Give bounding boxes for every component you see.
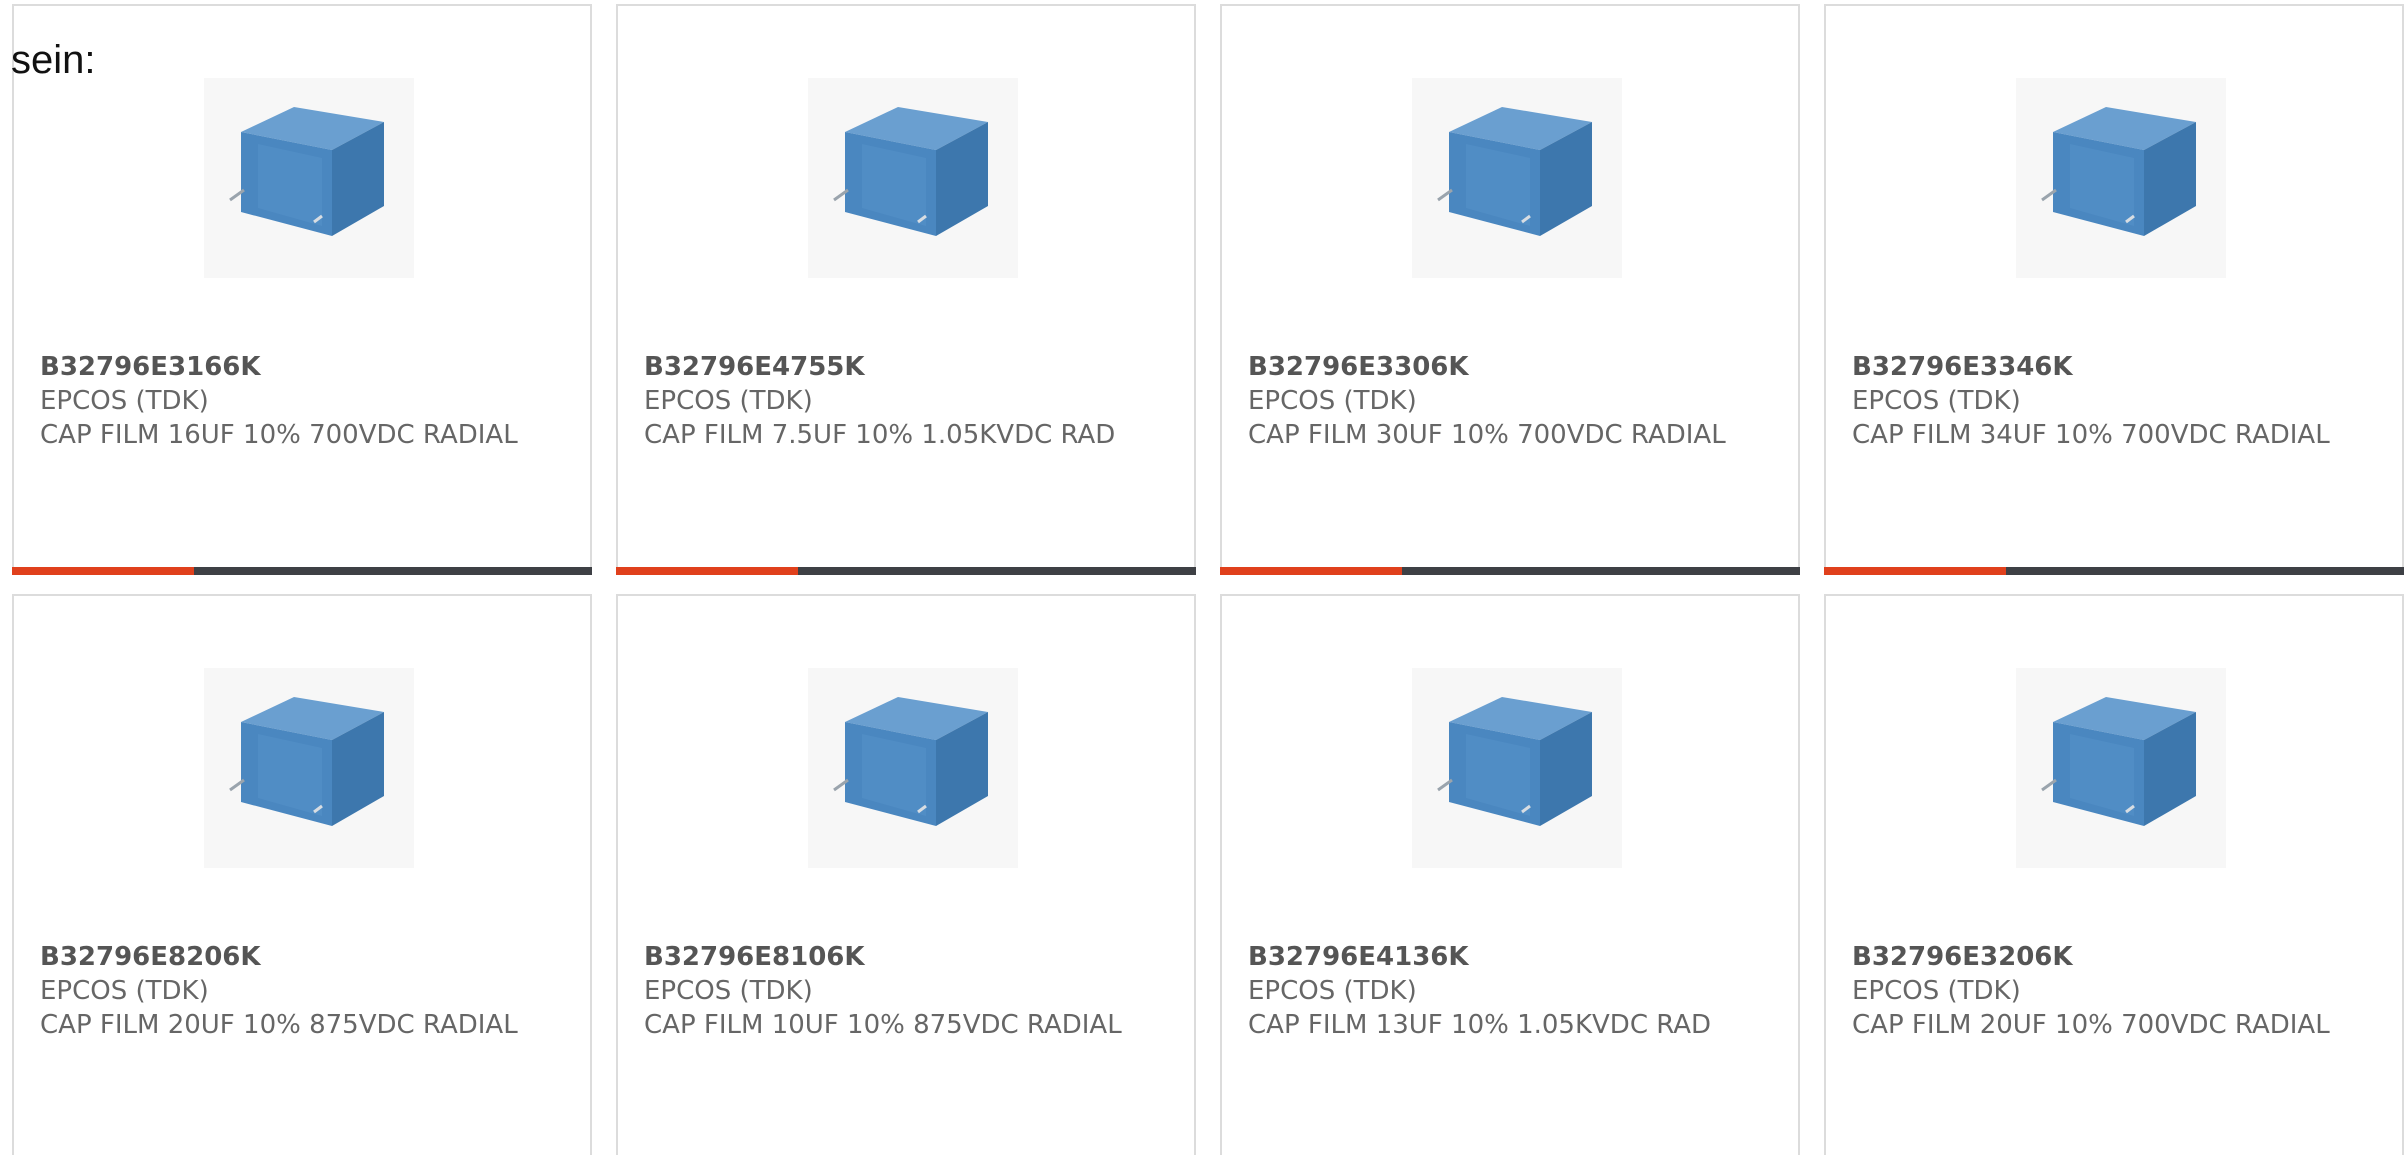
part-number-link[interactable]: B32796E4136K bbox=[1248, 940, 1778, 974]
product-description: CAP FILM 16UF 10% 700VDC RADIAL bbox=[40, 420, 518, 450]
part-number-link[interactable]: B32796E3346K bbox=[1852, 350, 2382, 384]
product-image[interactable] bbox=[2016, 78, 2226, 278]
card-status-bar-fill bbox=[1220, 567, 1402, 575]
part-number-link[interactable]: B32796E8106K bbox=[644, 940, 1174, 974]
product-info: B32796E3306K EPCOS (TDK) CAP FILM 30UF 1… bbox=[1248, 350, 1778, 452]
product-info: B32796E4755K EPCOS (TDK) CAP FILM 7.5UF … bbox=[644, 350, 1174, 452]
film-capacitor-icon bbox=[2041, 107, 2196, 236]
product-card[interactable]: B32796E3166K EPCOS (TDK) CAP FILM 16UF 1… bbox=[12, 4, 592, 575]
card-status-bar bbox=[12, 567, 592, 575]
film-capacitor-icon bbox=[1437, 697, 1592, 826]
film-capacitor-icon bbox=[2041, 697, 2196, 826]
product-description: CAP FILM 10UF 10% 875VDC RADIAL bbox=[644, 1010, 1122, 1040]
manufacturer-label: EPCOS (TDK) bbox=[1248, 976, 1417, 1006]
part-number-link[interactable]: B32796E3166K bbox=[40, 350, 570, 384]
film-capacitor-icon bbox=[833, 697, 988, 826]
product-grid: B32796E3166K EPCOS (TDK) CAP FILM 16UF 1… bbox=[12, 4, 2405, 1155]
product-card[interactable]: B32796E3306K EPCOS (TDK) CAP FILM 30UF 1… bbox=[1220, 4, 1800, 575]
product-card[interactable]: B32796E3206K EPCOS (TDK) CAP FILM 20UF 1… bbox=[1824, 594, 2404, 1155]
product-info: B32796E3166K EPCOS (TDK) CAP FILM 16UF 1… bbox=[40, 350, 570, 452]
film-capacitor-icon bbox=[833, 107, 988, 236]
card-status-bar-fill bbox=[12, 567, 194, 575]
product-description: CAP FILM 34UF 10% 700VDC RADIAL bbox=[1852, 420, 2330, 450]
part-number-link[interactable]: B32796E8206K bbox=[40, 940, 570, 974]
product-image[interactable] bbox=[204, 78, 414, 278]
film-capacitor-icon bbox=[1437, 107, 1592, 236]
product-description: CAP FILM 30UF 10% 700VDC RADIAL bbox=[1248, 420, 1726, 450]
product-info: B32796E8106K EPCOS (TDK) CAP FILM 10UF 1… bbox=[644, 940, 1174, 1042]
product-card[interactable]: B32796E4136K EPCOS (TDK) CAP FILM 13UF 1… bbox=[1220, 594, 1800, 1155]
product-image[interactable] bbox=[1412, 78, 1622, 278]
product-info: B32796E3346K EPCOS (TDK) CAP FILM 34UF 1… bbox=[1852, 350, 2382, 452]
product-info: B32796E3206K EPCOS (TDK) CAP FILM 20UF 1… bbox=[1852, 940, 2382, 1042]
product-image[interactable] bbox=[1412, 668, 1622, 868]
manufacturer-label: EPCOS (TDK) bbox=[644, 976, 813, 1006]
part-number-link[interactable]: B32796E4755K bbox=[644, 350, 1174, 384]
film-capacitor-icon bbox=[229, 107, 384, 236]
product-description: CAP FILM 20UF 10% 875VDC RADIAL bbox=[40, 1010, 518, 1040]
product-description: CAP FILM 20UF 10% 700VDC RADIAL bbox=[1852, 1010, 2330, 1040]
part-number-link[interactable]: B32796E3206K bbox=[1852, 940, 2382, 974]
product-info: B32796E4136K EPCOS (TDK) CAP FILM 13UF 1… bbox=[1248, 940, 1778, 1042]
product-image[interactable] bbox=[204, 668, 414, 868]
manufacturer-label: EPCOS (TDK) bbox=[40, 386, 209, 416]
product-image[interactable] bbox=[2016, 668, 2226, 868]
card-status-bar bbox=[1824, 567, 2404, 575]
product-description: CAP FILM 7.5UF 10% 1.05KVDC RAD bbox=[644, 420, 1116, 450]
film-capacitor-icon bbox=[229, 697, 384, 826]
product-image[interactable] bbox=[808, 668, 1018, 868]
manufacturer-label: EPCOS (TDK) bbox=[40, 976, 209, 1006]
manufacturer-label: EPCOS (TDK) bbox=[644, 386, 813, 416]
product-listing-page: sein: B32796E3166K EPCOS (TDK) CAP FILM … bbox=[0, 0, 2405, 1155]
product-card[interactable]: B32796E4755K EPCOS (TDK) CAP FILM 7.5UF … bbox=[616, 4, 1196, 575]
part-number-link[interactable]: B32796E3306K bbox=[1248, 350, 1778, 384]
product-card[interactable]: B32796E8106K EPCOS (TDK) CAP FILM 10UF 1… bbox=[616, 594, 1196, 1155]
card-status-bar bbox=[1220, 567, 1800, 575]
product-image[interactable] bbox=[808, 78, 1018, 278]
product-card[interactable]: B32796E8206K EPCOS (TDK) CAP FILM 20UF 1… bbox=[12, 594, 592, 1155]
card-status-bar-fill bbox=[616, 567, 798, 575]
manufacturer-label: EPCOS (TDK) bbox=[1852, 386, 2021, 416]
manufacturer-label: EPCOS (TDK) bbox=[1248, 386, 1417, 416]
intro-text: sein: bbox=[11, 38, 96, 82]
card-status-bar bbox=[616, 567, 1196, 575]
product-description: CAP FILM 13UF 10% 1.05KVDC RAD bbox=[1248, 1010, 1712, 1040]
card-status-bar-fill bbox=[1824, 567, 2006, 575]
manufacturer-label: EPCOS (TDK) bbox=[1852, 976, 2021, 1006]
product-card[interactable]: B32796E3346K EPCOS (TDK) CAP FILM 34UF 1… bbox=[1824, 4, 2404, 575]
product-info: B32796E8206K EPCOS (TDK) CAP FILM 20UF 1… bbox=[40, 940, 570, 1042]
